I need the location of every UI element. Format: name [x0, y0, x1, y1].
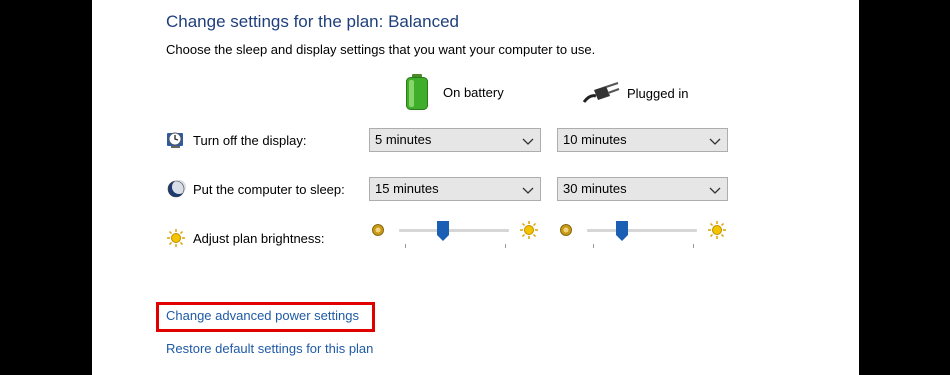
- sleep-plugged-in-select[interactable]: 30 minutes: [557, 177, 728, 201]
- row-label-display: Turn off the display:: [166, 130, 306, 150]
- chevron-down-icon: [709, 133, 721, 147]
- brightness-dim-icon: [371, 223, 385, 237]
- display-on-battery-value: 5 minutes: [375, 132, 432, 147]
- brightness-on-battery-thumb[interactable]: [437, 221, 449, 241]
- slider-tick: [693, 244, 694, 248]
- brightness-plugged-in-thumb[interactable]: [616, 221, 629, 241]
- slider-tick: [593, 244, 594, 248]
- brightness-plugged-in-slider[interactable]: [557, 216, 729, 256]
- column-label-on-battery: On battery: [443, 84, 504, 100]
- brightness-bright-icon: [519, 220, 539, 240]
- battery-icon: [405, 73, 429, 111]
- column-label-plugged-in: Plugged in: [627, 85, 689, 101]
- restore-default-settings-link[interactable]: Restore default settings for this plan: [166, 341, 373, 356]
- brightness-bright-icon: [707, 220, 727, 240]
- change-advanced-power-settings-link[interactable]: Change advanced power settings: [166, 308, 359, 323]
- moon-icon: [166, 179, 186, 199]
- chevron-down-icon: [709, 182, 721, 196]
- brightness-label: Adjust plan brightness:: [193, 230, 325, 246]
- brightness-plugged-in-track: [587, 229, 697, 232]
- slider-tick: [505, 244, 506, 248]
- sleep-plugged-in-value: 30 minutes: [563, 181, 627, 196]
- display-plugged-in-value: 10 minutes: [563, 132, 627, 147]
- slider-tick: [405, 244, 406, 248]
- display-label: Turn off the display:: [193, 132, 307, 148]
- chevron-down-icon: [522, 182, 534, 196]
- display-clock-icon: [166, 130, 186, 150]
- column-header-plugged-in: Plugged in: [582, 80, 688, 106]
- row-label-brightness: Adjust plan brightness:: [166, 228, 325, 248]
- column-header-on-battery: On battery: [405, 73, 504, 111]
- sleep-label: Put the computer to sleep:: [193, 181, 345, 197]
- chevron-down-icon: [522, 133, 534, 147]
- display-on-battery-select[interactable]: 5 minutes: [369, 128, 541, 152]
- sun-icon: [166, 228, 186, 248]
- brightness-on-battery-slider[interactable]: [369, 216, 541, 256]
- display-plugged-in-select[interactable]: 10 minutes: [557, 128, 728, 152]
- page-subtitle: Choose the sleep and display settings th…: [166, 42, 596, 57]
- sleep-on-battery-value: 15 minutes: [375, 181, 439, 196]
- power-plug-icon: [582, 80, 620, 106]
- brightness-on-battery-track: [399, 229, 509, 232]
- row-label-sleep: Put the computer to sleep:: [166, 179, 345, 199]
- page-title: Change settings for the plan: Balanced: [166, 12, 459, 31]
- brightness-dim-icon: [559, 223, 573, 237]
- sleep-on-battery-select[interactable]: 15 minutes: [369, 177, 541, 201]
